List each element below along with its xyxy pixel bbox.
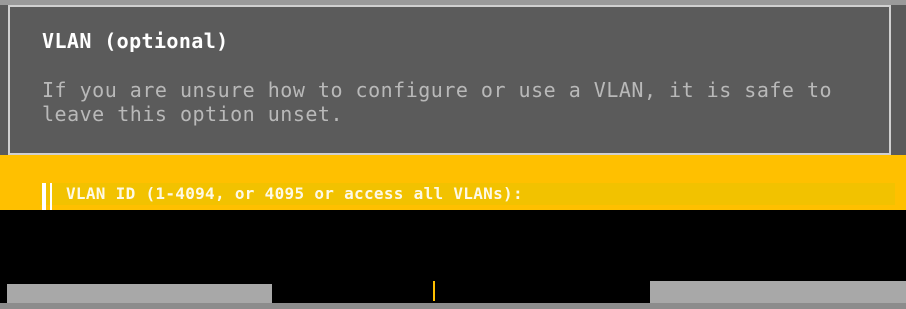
left-action-button[interactable] xyxy=(7,284,272,304)
vlan-dialog: VLAN (optional) If you are unsure how to… xyxy=(8,5,891,155)
vlan-id-label: VLAN ID (1-4094, or 4095 or access all V… xyxy=(66,184,523,203)
dialog-help-text: If you are unsure how to configure or us… xyxy=(42,78,833,126)
bottom-strip xyxy=(0,303,906,309)
right-action-button[interactable] xyxy=(650,281,906,303)
vlan-id-input[interactable] xyxy=(780,183,876,203)
dialog-title: VLAN (optional) xyxy=(42,29,229,53)
center-marker xyxy=(433,281,435,301)
